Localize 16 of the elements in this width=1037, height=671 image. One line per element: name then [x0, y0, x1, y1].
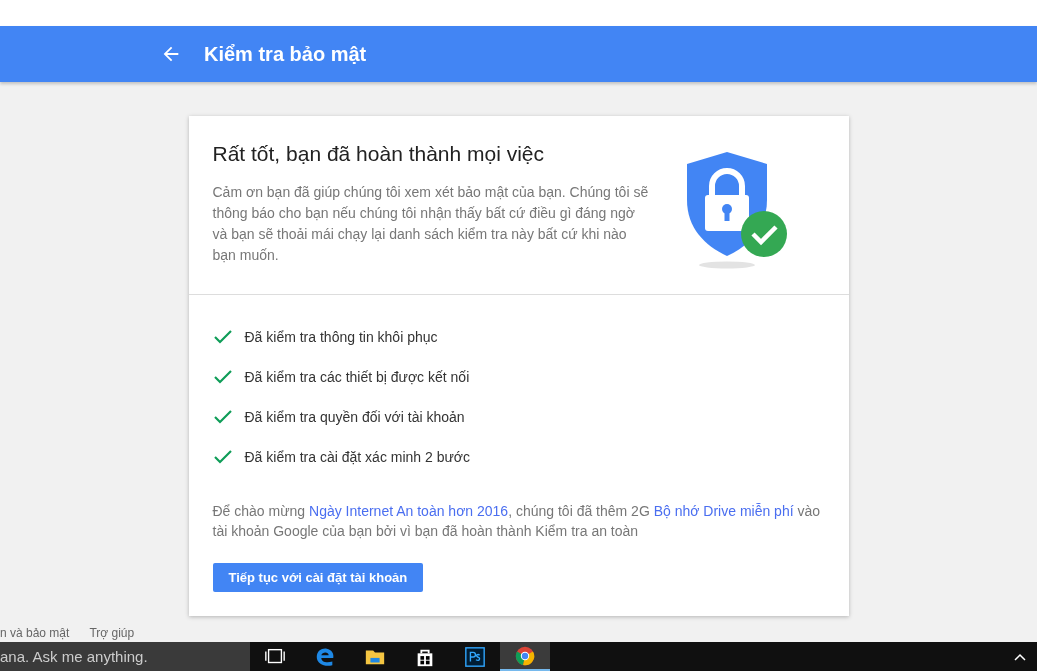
search-field[interactable]: ana. Ask me anything. [0, 642, 250, 671]
continue-button[interactable]: Tiếp tục với cài đặt tài khoản [212, 563, 424, 592]
ps-app-icon[interactable] [464, 645, 486, 668]
circle-browser-icon [514, 644, 536, 667]
check-label: Đã kiểm tra quyền đối với tài khoản [244, 409, 465, 425]
promo-text: Để chào mừng Ngày Internet An toàn hơn 2016, chúng tôi đã thêm 2G Bộ nhớ Drive miễn phí vào tài khoản Google của bạn bởi vì bạn đã hoàn thành Kiểm tra an toàn [211, 502, 822, 541]
footer-link[interactable]: Trợ giúp [89, 626, 135, 642]
check-label: Đã kiểm tra các thiết bị được kết nối [244, 369, 470, 385]
taskbar-button[interactable] [500, 642, 550, 671]
promo-link[interactable]: Bộ nhớ Drive miễn phí [653, 503, 794, 519]
check-label: Đã kiểm tra cài đặt xác minh 2 bước [244, 449, 471, 465]
card-description: Cảm ơn bạn đã giúp chúng tôi xem xét bảo mật của bạn. Chúng tôi sẽ thông báo cho bạn nếu chúng tôi nhận thấy bất cứ điều gì đáng ngờ và bạn sẽ thoải mái chạy lại danh sách kiểm tra này bất cứ khi nào bạn muốn. [212, 183, 650, 265]
check-label: Đã kiểm tra thông tin khôi phục [244, 329, 438, 345]
card-heading: Rất tốt, bạn đã hoàn thành mọi việc [212, 142, 546, 166]
page-title: Kiểm tra bảo mật [204, 42, 367, 66]
footer-link[interactable]: n và bảo mật [0, 626, 70, 642]
